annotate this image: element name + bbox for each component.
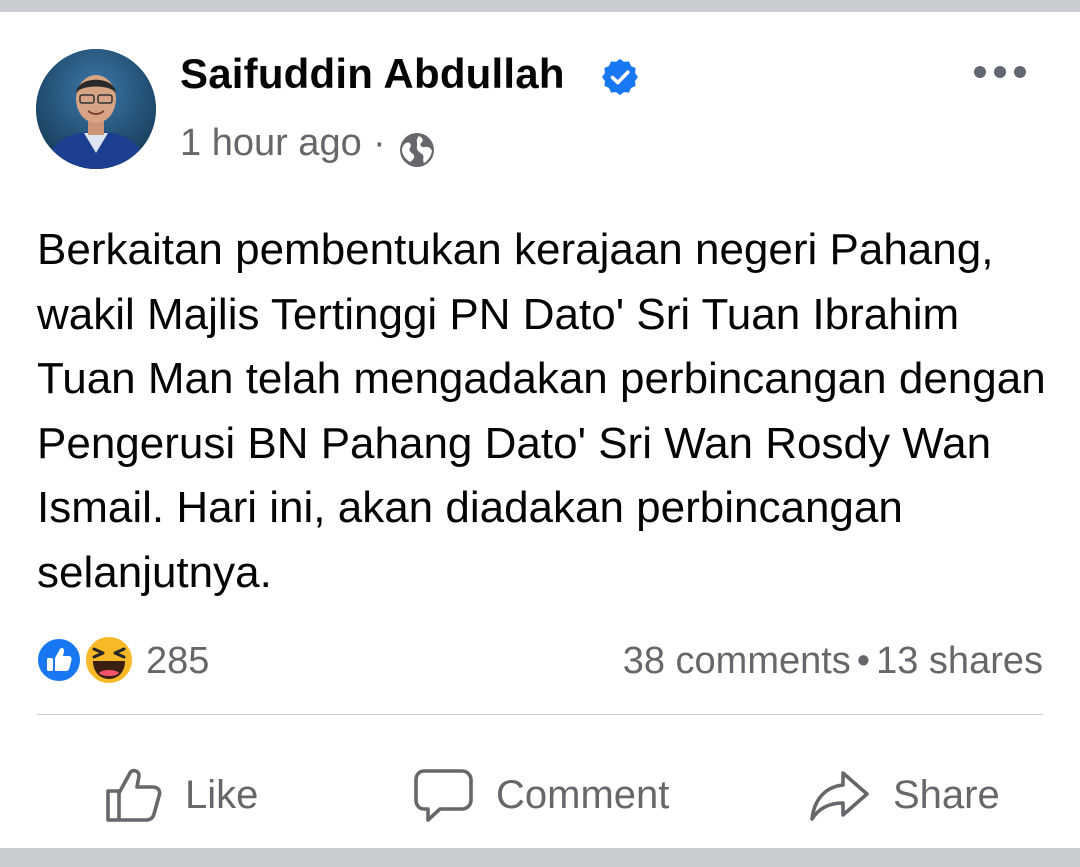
like-button[interactable]: Like — [103, 760, 258, 830]
reactions-summary[interactable] — [34, 629, 144, 689]
share-label: Share — [893, 772, 1000, 817]
meta-separator: · — [373, 122, 386, 164]
thumbs-up-icon — [106, 768, 162, 822]
stats-separator: • — [856, 640, 871, 682]
author-name[interactable]: Saifuddin Abdullah — [180, 50, 565, 98]
divider — [37, 714, 1043, 715]
comment-button[interactable]: Comment — [414, 760, 669, 830]
like-reaction-icon — [36, 637, 82, 683]
engagement-stats: 38 comments • 13 shares — [623, 640, 1043, 683]
shares-count[interactable]: 13 shares — [876, 640, 1043, 682]
share-button[interactable]: Share — [809, 760, 1000, 830]
haha-reaction-icon — [84, 635, 134, 685]
avatar[interactable] — [36, 49, 156, 169]
post-card: Saifuddin Abdullah 1 hour ago · Berkaita… — [0, 12, 1080, 848]
post-body-text: Berkaitan pembentukan kerajaan negeri Pa… — [37, 225, 1046, 597]
more-options-icon[interactable] — [972, 62, 1028, 82]
globe-icon[interactable] — [398, 131, 436, 169]
like-label: Like — [185, 772, 259, 817]
post-timestamp[interactable]: 1 hour ago — [180, 122, 362, 165]
comment-label: Comment — [496, 772, 670, 817]
verified-badge-icon — [602, 59, 638, 95]
share-arrow-icon — [810, 771, 869, 821]
comments-count[interactable]: 38 comments — [623, 640, 851, 682]
comment-bubble-icon — [414, 769, 473, 822]
reaction-count[interactable]: 285 — [146, 640, 209, 683]
